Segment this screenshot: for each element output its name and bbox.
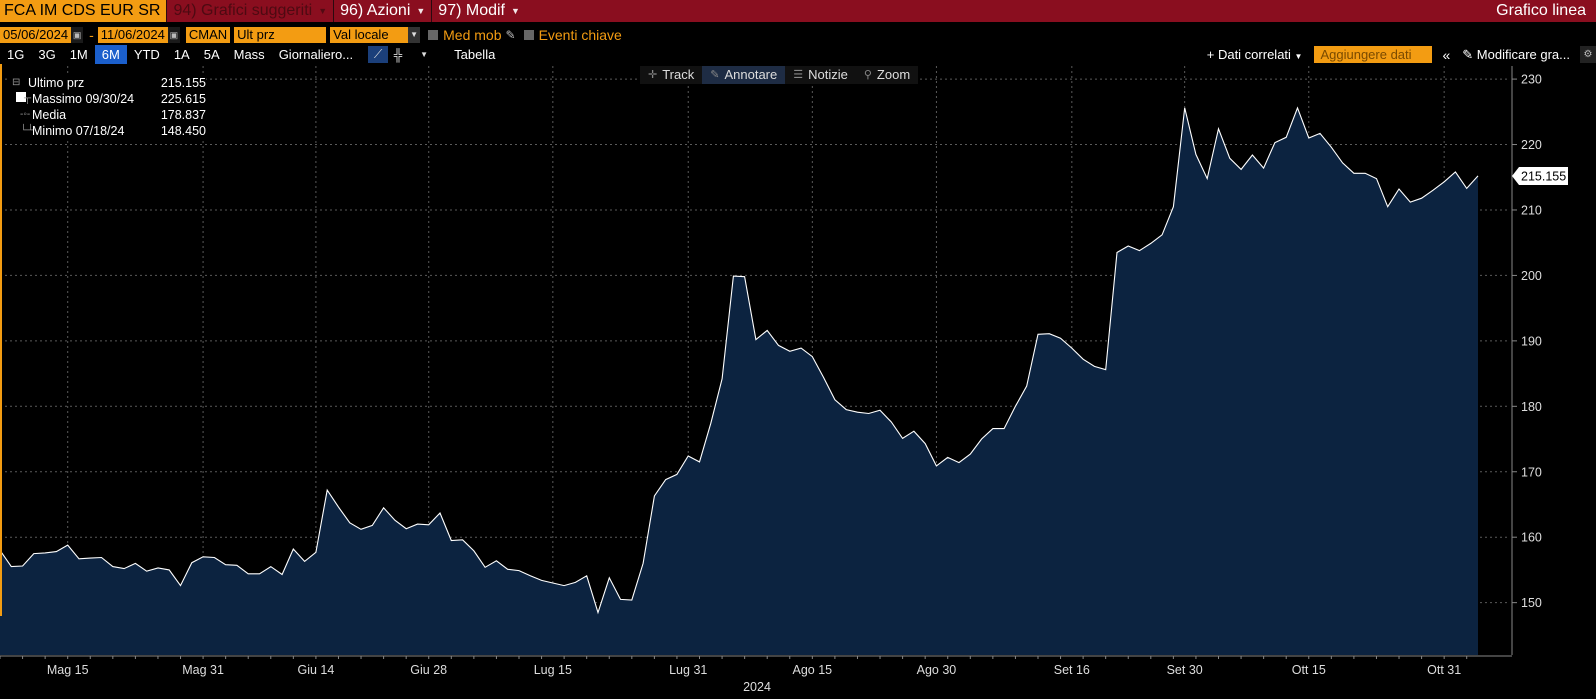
tool-zoom-label: Zoom — [876, 67, 911, 82]
x-tick-label: Set 16 — [1054, 663, 1090, 677]
x-tick-label: Ago 15 — [793, 663, 833, 677]
x-tick-label: Giu 14 — [297, 663, 334, 677]
x-tick-label: Mag 31 — [182, 663, 224, 677]
x-tick-label: Set 30 — [1167, 663, 1203, 677]
y-tick-label: 210 — [1521, 203, 1542, 217]
y-tick-label: 160 — [1521, 531, 1542, 545]
tool-news-label: Notizie — [808, 67, 848, 82]
legend-name: Media — [32, 108, 67, 122]
tool-track-label: Track — [662, 67, 695, 82]
pencil-icon: ✎ — [710, 69, 720, 81]
left-edge-marker — [0, 64, 2, 616]
legend-value: 215.155 — [160, 76, 206, 90]
legend-row-last[interactable]: ⊟ Ultimo prz 215.155 — [8, 75, 206, 102]
crosshair-icon: ✛ — [648, 69, 658, 81]
y-tick-label: 230 — [1521, 73, 1542, 87]
low-marker-icon: └┴ — [20, 125, 35, 136]
legend-value: 225.615 — [160, 92, 206, 106]
x-tick-label: Giu 28 — [410, 663, 447, 677]
news-icon: ☰ — [793, 69, 804, 81]
x-tick-label: Ott 31 — [1427, 663, 1461, 677]
y-tick-label: 180 — [1521, 400, 1542, 414]
y-tick-label: 170 — [1521, 465, 1542, 479]
chart-legend: ⊟ Ultimo prz 215.155 ┬ Massimo 09/30/24 … — [8, 75, 206, 139]
average-marker-icon: -◦- — [20, 109, 31, 120]
y-tick-label: 150 — [1521, 596, 1542, 610]
legend-row-average: -◦- Media 178.837 — [8, 107, 206, 123]
legend-name: Minimo 07/18/24 — [32, 124, 125, 138]
legend-name: Massimo 09/30/24 — [32, 92, 135, 106]
tool-news[interactable]: ☰ Notizie — [785, 66, 856, 84]
x-tick-label: Lug 15 — [534, 663, 572, 677]
x-tick-label: Lug 31 — [669, 663, 707, 677]
tool-track[interactable]: ✛ Track — [640, 66, 702, 84]
last-value-label: 215.155 — [1521, 169, 1566, 183]
legend-value: 148.450 — [160, 124, 206, 138]
chart-toolbar: ✛ Track ✎ Annotare ☰ Notizie ⚲ Zoom — [640, 66, 919, 84]
x-tick-label: Ago 30 — [917, 663, 957, 677]
y-tick-label: 200 — [1521, 269, 1542, 283]
legend-row-low: └┴ Minimo 07/18/24 148.450 — [8, 123, 206, 139]
x-tick-label: Ott 15 — [1292, 663, 1326, 677]
legend-row-high: ┬ Massimo 09/30/24 225.615 — [8, 91, 206, 107]
y-tick-label: 220 — [1521, 138, 1542, 152]
high-marker-icon: ┬ — [24, 93, 32, 104]
legend-value: 178.837 — [160, 108, 206, 122]
x-tick-label: Mag 15 — [47, 663, 89, 677]
tool-annotate-label: Annotare — [724, 67, 778, 82]
tool-zoom[interactable]: ⚲ Zoom — [856, 66, 918, 84]
series-area — [0, 107, 1478, 655]
legend-name: Ultimo prz — [28, 76, 85, 90]
y-tick-label: 190 — [1521, 334, 1542, 348]
x-axis-year-label: 2024 — [743, 680, 771, 694]
magnifier-icon: ⚲ — [863, 69, 872, 81]
price-chart[interactable]: 150 160 170 180 190 200 210 220 230 Mag 15 Mag 31 G… — [0, 0, 1596, 699]
tool-annotate[interactable]: ✎ Annotare — [702, 66, 786, 84]
